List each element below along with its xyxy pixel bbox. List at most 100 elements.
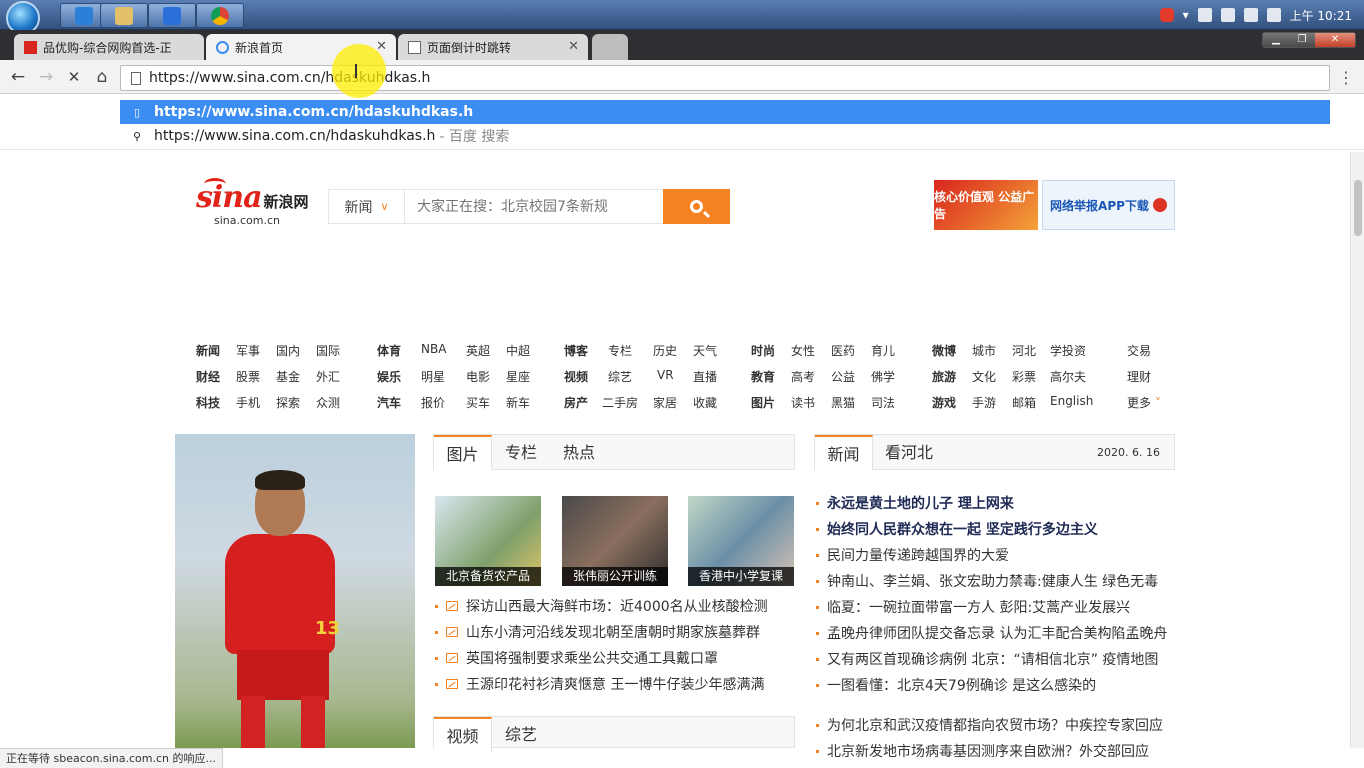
ad-core-values[interactable]: 核心价值观 公益广告 [934, 180, 1038, 230]
nav-link[interactable]: 收藏 [693, 394, 717, 411]
nav-link[interactable]: 电影 [466, 368, 490, 385]
photo-thumb[interactable]: 张伟丽公开训练 [562, 496, 668, 586]
nav-link[interactable]: 医药 [831, 342, 855, 359]
nav-link[interactable]: 股票 [236, 368, 260, 385]
list-item[interactable]: 又有两区首现确诊病例 北京：“请相信北京” 疫情地图 [816, 649, 1158, 669]
suggestion-search[interactable]: ⚲ https://www.sina.com.cn/hdaskuhdkas.h … [120, 124, 1330, 148]
nav-link[interactable]: 高尔夫 [1050, 368, 1086, 385]
nav-link[interactable]: 专栏 [608, 342, 632, 359]
list-item[interactable]: 英国将强制要求乘坐公共交通工具戴口罩 [435, 648, 718, 668]
nav-link[interactable]: 图片 [751, 394, 775, 411]
photo-thumb[interactable]: 香港中小学复课 [688, 496, 794, 586]
nav-link[interactable]: 黑猫 [831, 394, 855, 411]
ad-report-app[interactable]: 网络举报APP下载 [1042, 180, 1175, 230]
taskbar-app-explorer[interactable] [100, 3, 148, 28]
back-button[interactable]: ← [8, 67, 28, 87]
menu-icon[interactable]: ⋮ [1338, 68, 1354, 87]
nav-link[interactable]: 手机 [236, 394, 260, 411]
nav-more-link[interactable]: 更多 ˅ [1127, 394, 1161, 411]
nav-link[interactable]: VR [657, 368, 674, 382]
list-item[interactable]: 为何北京和武汉疫情都指向农贸市场？中疾控专家回应 [816, 715, 1163, 735]
nav-link[interactable]: 河北 [1012, 342, 1036, 359]
device-icon[interactable] [1220, 8, 1235, 22]
close-tab-icon[interactable]: ✕ [568, 39, 579, 54]
list-item[interactable]: 孟晚舟律师团队提交备忘录 认为汇丰配合美构陷孟晚舟 [816, 623, 1167, 643]
tray-expand-icon[interactable]: ▾ [1183, 8, 1189, 22]
headline-item[interactable]: 永远是黄土地的儿子 理上网来 [816, 493, 1014, 513]
nav-link[interactable]: English [1050, 394, 1093, 408]
search-button[interactable] [663, 189, 730, 224]
nav-link[interactable]: 彩票 [1012, 368, 1036, 385]
suggestion-url[interactable]: ▯ https://www.sina.com.cn/hdaskuhdkas.h [120, 100, 1330, 124]
nav-link[interactable]: 高考 [791, 368, 815, 385]
minimize-button[interactable]: ▁ [1263, 33, 1289, 47]
list-item[interactable]: 临夏：一碗拉面带富一方人 彭阳:艾蒿产业发展兴 [816, 597, 1130, 617]
nav-link[interactable]: 外汇 [316, 368, 340, 385]
nav-link[interactable]: 汽车 [377, 394, 401, 411]
nav-link[interactable]: 国际 [316, 342, 340, 359]
tab-countdown[interactable]: 页面倒计时跳转 ✕ [398, 34, 588, 60]
list-item[interactable]: 王源印花衬衫清爽惬意 王一博牛仔装少年感满满 [435, 674, 764, 694]
nav-link[interactable]: 公益 [831, 368, 855, 385]
nav-link[interactable]: 佛学 [871, 368, 895, 385]
taskbar-app-chrome[interactable] [196, 3, 244, 28]
address-bar[interactable] [120, 65, 1330, 91]
maximize-button[interactable]: ❐ [1289, 33, 1315, 47]
nav-link[interactable]: 女性 [791, 342, 815, 359]
nav-link[interactable]: 中超 [506, 342, 530, 359]
nav-link[interactable]: 英超 [466, 342, 490, 359]
nav-link[interactable]: 司法 [871, 394, 895, 411]
nav-link[interactable]: 理财 [1127, 368, 1151, 385]
nav-link[interactable]: 报价 [421, 394, 445, 411]
search-input[interactable] [405, 190, 663, 223]
nav-link[interactable]: 国内 [276, 342, 300, 359]
nav-link[interactable]: 时尚 [751, 342, 775, 359]
close-window-button[interactable]: ✕ [1315, 33, 1355, 47]
nav-link[interactable]: 娱乐 [377, 368, 401, 385]
nav-link[interactable]: 直播 [693, 368, 717, 385]
nav-link[interactable]: 体育 [377, 342, 401, 359]
tab-video[interactable]: 视频 [434, 717, 492, 752]
scrollbar-thumb[interactable] [1354, 180, 1362, 236]
nav-link[interactable]: 星座 [506, 368, 530, 385]
home-button[interactable]: ⌂ [92, 67, 112, 87]
nav-link[interactable]: 微博 [932, 342, 956, 359]
sina-logo[interactable]: sina 新浪网 sina.com.cn [196, 178, 309, 227]
signal-icon[interactable] [1243, 8, 1258, 22]
nav-link[interactable]: 博客 [564, 342, 588, 359]
tab-pinyougou[interactable]: 品优购-综合网购首选-正 [14, 34, 204, 60]
nav-link[interactable]: 育儿 [871, 342, 895, 359]
nav-link[interactable]: 历史 [653, 342, 677, 359]
stop-loading-button[interactable]: ✕ [64, 67, 84, 87]
nav-link[interactable]: 学投资 [1050, 342, 1086, 359]
nav-link[interactable]: 城市 [972, 342, 996, 359]
photo-thumb[interactable]: 北京备货农产品 [435, 496, 541, 586]
nav-link[interactable]: 邮箱 [1012, 394, 1036, 411]
nav-link[interactable]: 天气 [693, 342, 717, 359]
nav-link[interactable]: NBA [421, 342, 446, 356]
tab-news[interactable]: 新闻 [815, 435, 873, 470]
nav-link[interactable]: 家居 [653, 394, 677, 411]
tab-columns[interactable]: 专栏 [496, 435, 546, 470]
volume-muted-icon[interactable] [1266, 8, 1281, 22]
page-scrollbar[interactable] [1350, 152, 1364, 748]
page-info-icon[interactable] [131, 71, 141, 85]
nav-link[interactable]: 新车 [506, 394, 530, 411]
search-category-select[interactable]: 新闻 ∨ [329, 190, 405, 223]
nav-link[interactable]: 房产 [564, 394, 588, 411]
tab-hot[interactable]: 热点 [552, 435, 606, 470]
nav-link[interactable]: 读书 [791, 394, 815, 411]
nav-link[interactable]: 游戏 [932, 394, 956, 411]
nav-link[interactable]: 买车 [466, 394, 490, 411]
list-item[interactable]: 北京新发地市场病毒基因测序来自欧洲？外交部回应 [816, 741, 1149, 761]
nav-link[interactable]: 教育 [751, 368, 775, 385]
url-input[interactable] [149, 70, 1299, 86]
network-blocked-icon[interactable] [1197, 8, 1212, 22]
nav-link[interactable]: 视频 [564, 368, 588, 385]
tab-variety[interactable]: 综艺 [496, 717, 546, 752]
tab-hebei[interactable]: 看河北 [879, 435, 939, 470]
list-item[interactable]: 钟南山、李兰娟、张文宏助力禁毒:健康人生 绿色无毒 [816, 571, 1158, 591]
nav-link[interactable]: 综艺 [608, 368, 632, 385]
nav-link[interactable]: 交易 [1127, 342, 1151, 359]
nav-link[interactable]: 旅游 [932, 368, 956, 385]
